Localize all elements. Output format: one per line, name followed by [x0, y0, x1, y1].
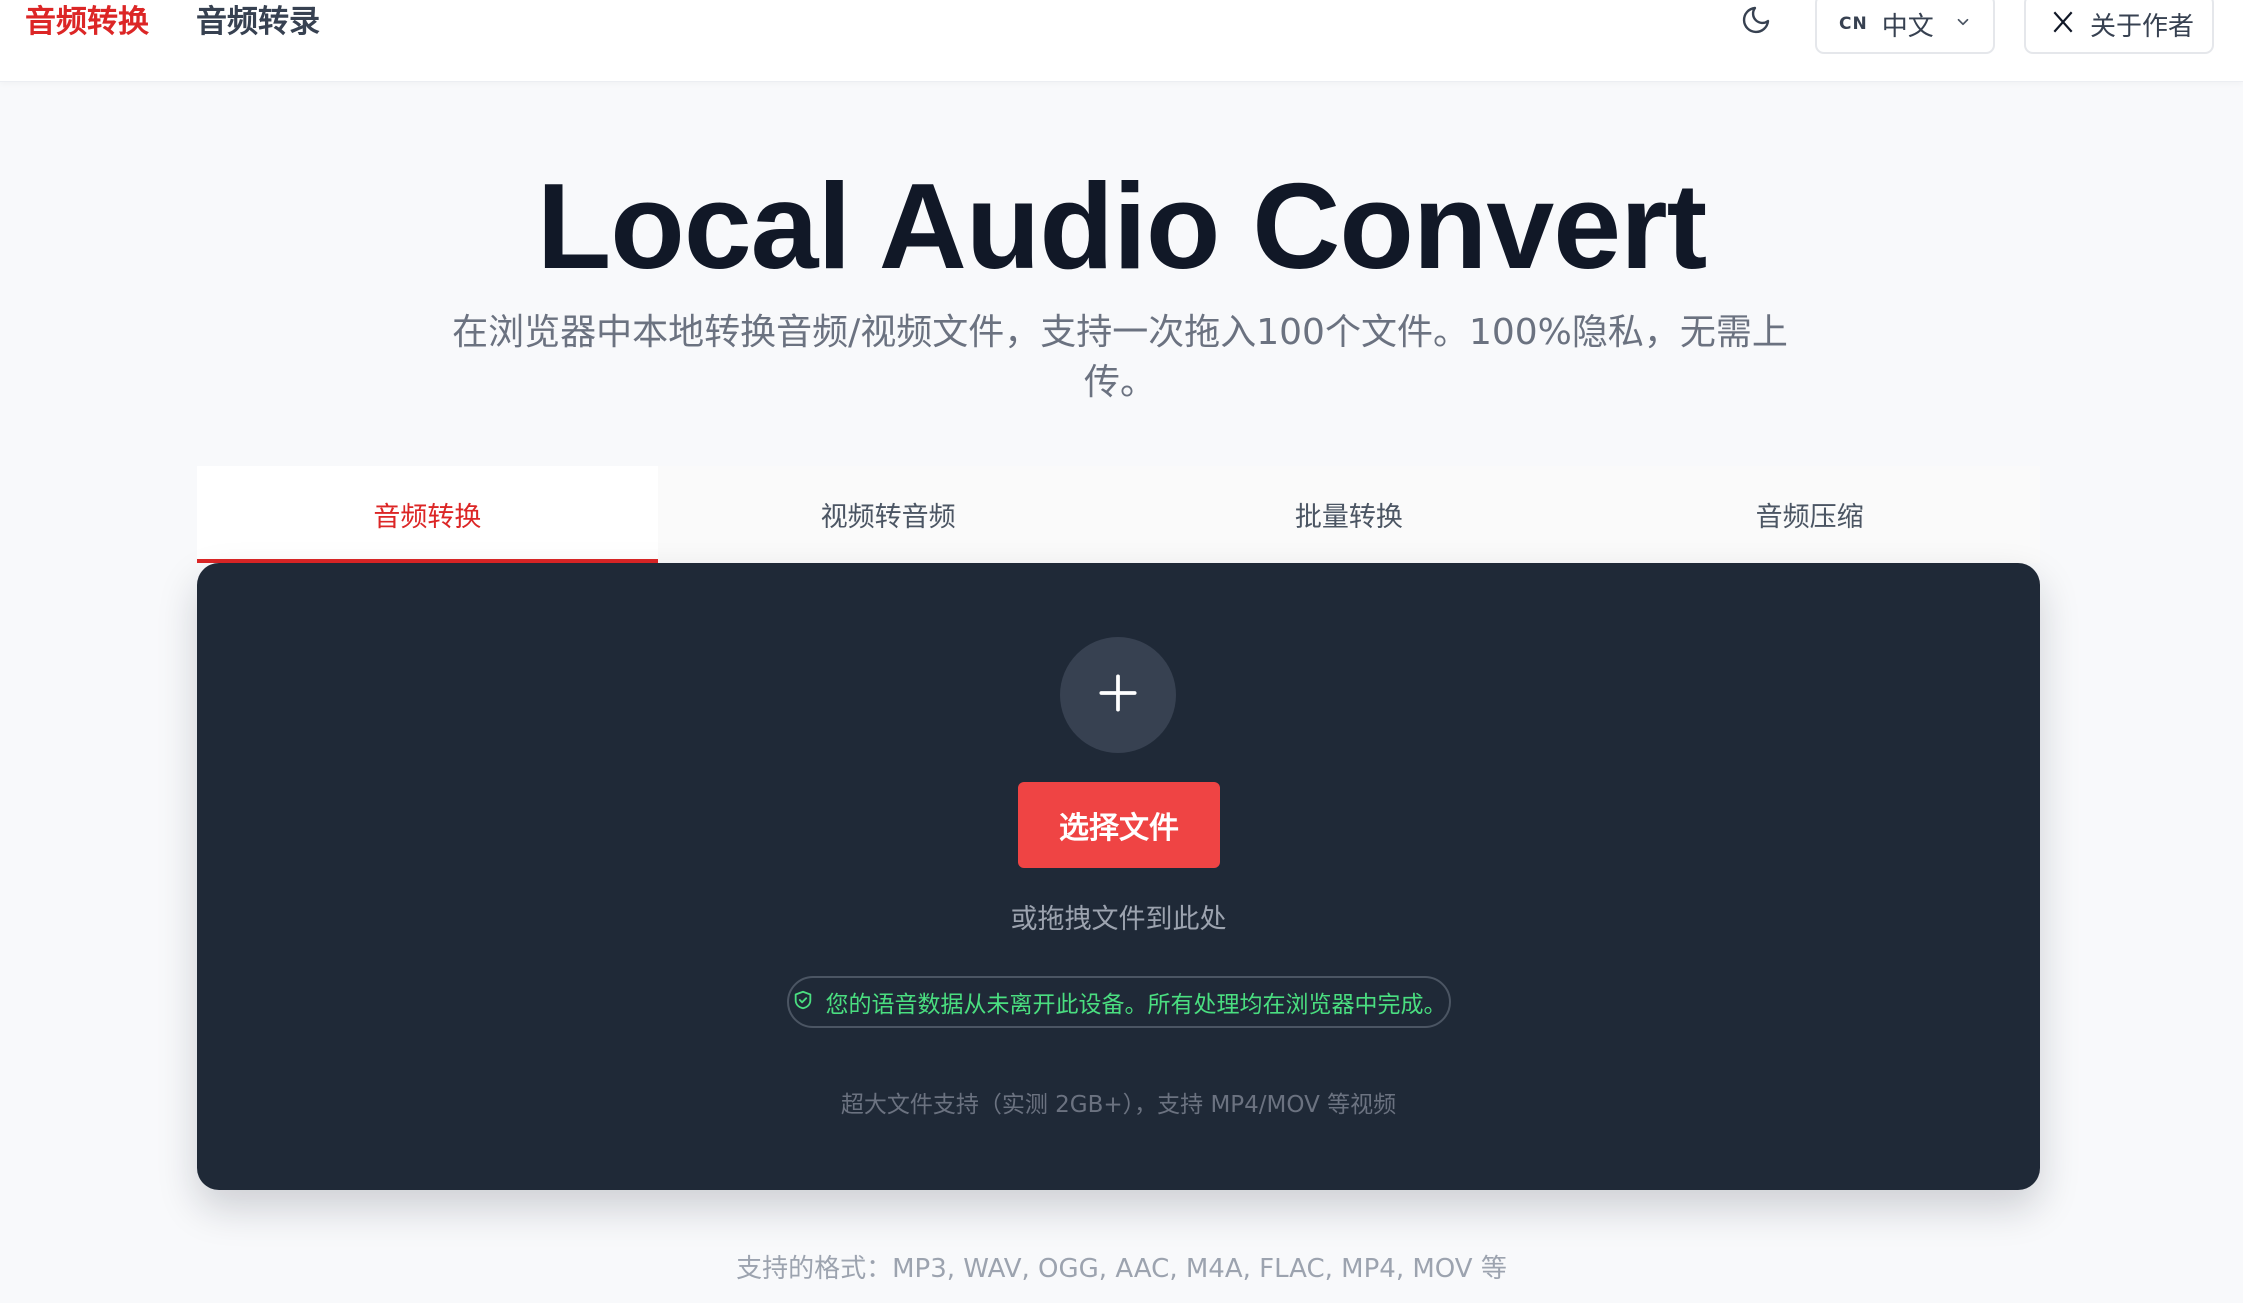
- shield-check-icon: [792, 989, 814, 1015]
- top-navbar: 音频转换 音频转录 CN 中文 关于作者: [0, 0, 2243, 82]
- about-author-button[interactable]: 关于作者: [2024, 0, 2214, 54]
- x-logo-icon: [2050, 9, 2076, 39]
- app-root: 音频转换 音频转录 CN 中文 关于作者 Local Audio Convert…: [0, 0, 2243, 1303]
- nav-audio-convert[interactable]: 音频转换: [25, 0, 149, 44]
- page-title: Local Audio Convert: [536, 158, 1707, 294]
- nav-audio-transcribe[interactable]: 音频转录: [196, 0, 320, 44]
- tab-video-to-audio[interactable]: 视频转音频: [658, 466, 1119, 563]
- file-size-note: 超大文件支持（实测 2GB+），支持 MP4/MOV 等视频: [840, 1092, 1397, 1118]
- drag-hint: 或拖拽文件到此处: [1010, 904, 1227, 935]
- choose-file-button[interactable]: 选择文件: [1018, 782, 1220, 868]
- language-name: 中文: [1881, 11, 1934, 42]
- tab-audio-compress[interactable]: 音频压缩: [1579, 466, 2040, 563]
- supported-formats: 支持的格式：MP3, WAV, OGG, AAC, M4A, FLAC, MP4…: [736, 1254, 1507, 1284]
- file-dropzone[interactable]: 选择文件 或拖拽文件到此处 您的语音数据从未离开此设备。所有处理均在浏览器中完成…: [197, 563, 2040, 1190]
- add-file-button[interactable]: [1060, 637, 1176, 753]
- language-select[interactable]: CN 中文: [1815, 0, 1995, 54]
- privacy-text: 您的语音数据从未离开此设备。所有处理均在浏览器中完成。: [825, 992, 1447, 1018]
- theme-toggle-button[interactable]: [1734, 2, 1778, 42]
- language-code: CN: [1839, 14, 1868, 34]
- plus-icon: [1093, 668, 1143, 722]
- mode-tabs: 音频转换 视频转音频 批量转换 音频压缩: [197, 466, 2040, 563]
- moon-icon: [1740, 4, 1772, 40]
- tab-batch-convert[interactable]: 批量转换: [1119, 466, 1580, 563]
- chevron-down-icon: [1954, 13, 1972, 35]
- about-author-label: 关于作者: [2090, 11, 2195, 42]
- page-subtitle: 在浏览器中本地转换音频/视频文件，支持一次拖入100个文件。100%隐私，无需上…: [452, 312, 1788, 403]
- tab-audio-convert[interactable]: 音频转换: [197, 466, 658, 563]
- privacy-badge: 您的语音数据从未离开此设备。所有处理均在浏览器中完成。: [787, 976, 1451, 1028]
